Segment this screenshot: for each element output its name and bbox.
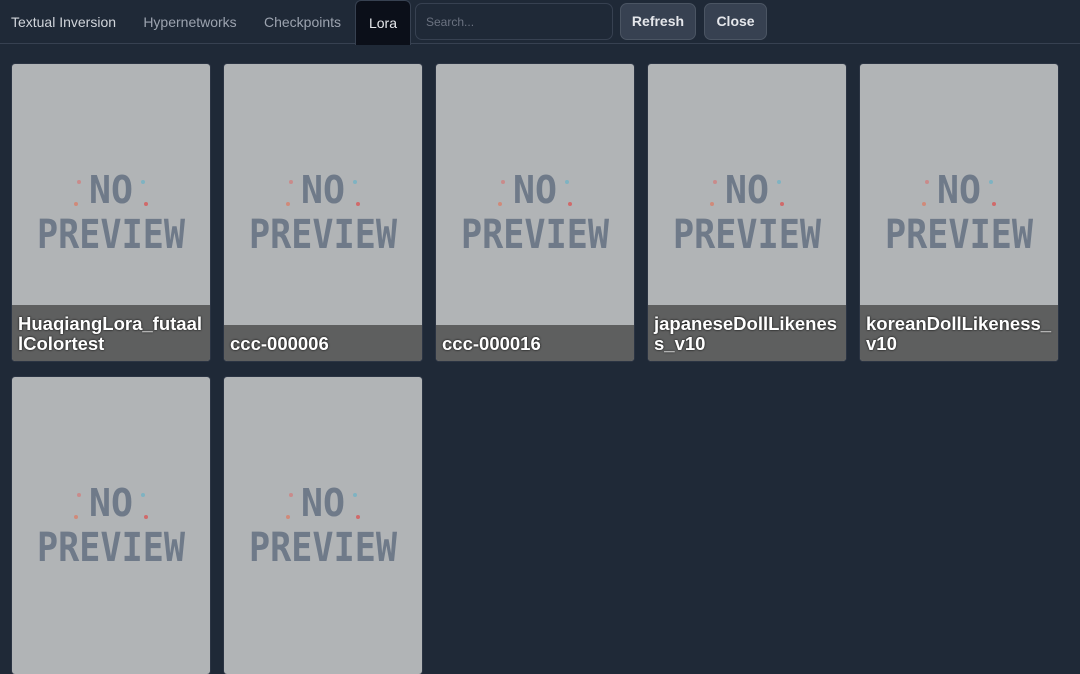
no-preview-line2: PREVIEW xyxy=(37,212,186,258)
search-input[interactable] xyxy=(415,3,613,40)
no-preview-line1: NO xyxy=(513,168,557,212)
sparkle-decoration xyxy=(568,202,572,206)
sparkle-decoration xyxy=(77,493,81,497)
lora-card[interactable]: NO PREVIEW ccc-000006 xyxy=(224,64,422,361)
lora-card[interactable]: NO PREVIEW koreanDollLikeness_v10 xyxy=(860,64,1058,361)
no-preview-line2: PREVIEW xyxy=(673,212,822,258)
tab-checkpoints[interactable]: Checkpoints xyxy=(253,0,352,45)
no-preview-image: NOPREVIEW xyxy=(249,168,398,258)
no-preview-image: NOPREVIEW xyxy=(461,168,610,258)
sparkle-decoration xyxy=(498,202,502,206)
sparkle-decoration xyxy=(565,180,569,184)
lora-card[interactable]: NO PREVIEW xyxy=(12,377,210,674)
sparkle-decoration xyxy=(74,515,78,519)
sparkle-decoration xyxy=(141,493,145,497)
no-preview-image: NOPREVIEW xyxy=(249,481,398,571)
no-preview-line1: NO xyxy=(301,168,345,212)
lora-card[interactable]: NO PREVIEW japaneseDollLikeness_v10 xyxy=(648,64,846,361)
no-preview-line1: NO xyxy=(89,481,133,525)
sparkle-decoration xyxy=(925,180,929,184)
card-title: HuaqiangLora_futaallColortest xyxy=(12,305,210,361)
no-preview-line2: PREVIEW xyxy=(249,212,398,258)
no-preview-line2: PREVIEW xyxy=(37,525,186,571)
lora-card[interactable]: NO PREVIEW ccc-000016 xyxy=(436,64,634,361)
sparkle-decoration xyxy=(713,180,717,184)
no-preview-line2: PREVIEW xyxy=(249,525,398,571)
tab-bar: Textual Inversion Hypernetworks Checkpoi… xyxy=(0,0,1080,45)
no-preview-line1: NO xyxy=(301,481,345,525)
card-title: ccc-000006 xyxy=(224,325,422,361)
sparkle-decoration xyxy=(74,202,78,206)
sparkle-decoration xyxy=(144,515,148,519)
sparkle-decoration xyxy=(77,180,81,184)
no-preview-line2: PREVIEW xyxy=(885,212,1034,258)
card-title: koreanDollLikeness_v10 xyxy=(860,305,1058,361)
no-preview-line2: PREVIEW xyxy=(461,212,610,258)
sparkle-decoration xyxy=(289,180,293,184)
sparkle-decoration xyxy=(992,202,996,206)
tab-lora[interactable]: Lora xyxy=(355,0,411,45)
sparkle-decoration xyxy=(286,202,290,206)
sparkle-decoration xyxy=(286,515,290,519)
lora-card[interactable]: NO PREVIEW HuaqiangLora_futaallColortest xyxy=(12,64,210,361)
sparkle-decoration xyxy=(710,202,714,206)
sparkle-decoration xyxy=(356,202,360,206)
tab-textual-inversion[interactable]: Textual Inversion xyxy=(0,0,127,45)
sparkle-decoration xyxy=(353,180,357,184)
no-preview-line1: NO xyxy=(89,168,133,212)
sparkle-decoration xyxy=(989,180,993,184)
card-title: ccc-000016 xyxy=(436,325,634,361)
sparkle-decoration xyxy=(777,180,781,184)
sparkle-decoration xyxy=(780,202,784,206)
no-preview-line1: NO xyxy=(725,168,769,212)
sparkle-decoration xyxy=(356,515,360,519)
sparkle-decoration xyxy=(141,180,145,184)
sparkle-decoration xyxy=(353,493,357,497)
no-preview-line1: NO xyxy=(937,168,981,212)
sparkle-decoration xyxy=(289,493,293,497)
no-preview-image: NOPREVIEW xyxy=(37,481,186,571)
lora-card[interactable]: NO PREVIEW xyxy=(224,377,422,674)
close-button[interactable]: Close xyxy=(704,3,767,40)
sparkle-decoration xyxy=(144,202,148,206)
sparkle-decoration xyxy=(922,202,926,206)
sparkle-decoration xyxy=(501,180,505,184)
card-title: japaneseDollLikeness_v10 xyxy=(648,305,846,361)
refresh-button[interactable]: Refresh xyxy=(620,3,696,40)
tab-hypernetworks[interactable]: Hypernetworks xyxy=(131,0,249,45)
